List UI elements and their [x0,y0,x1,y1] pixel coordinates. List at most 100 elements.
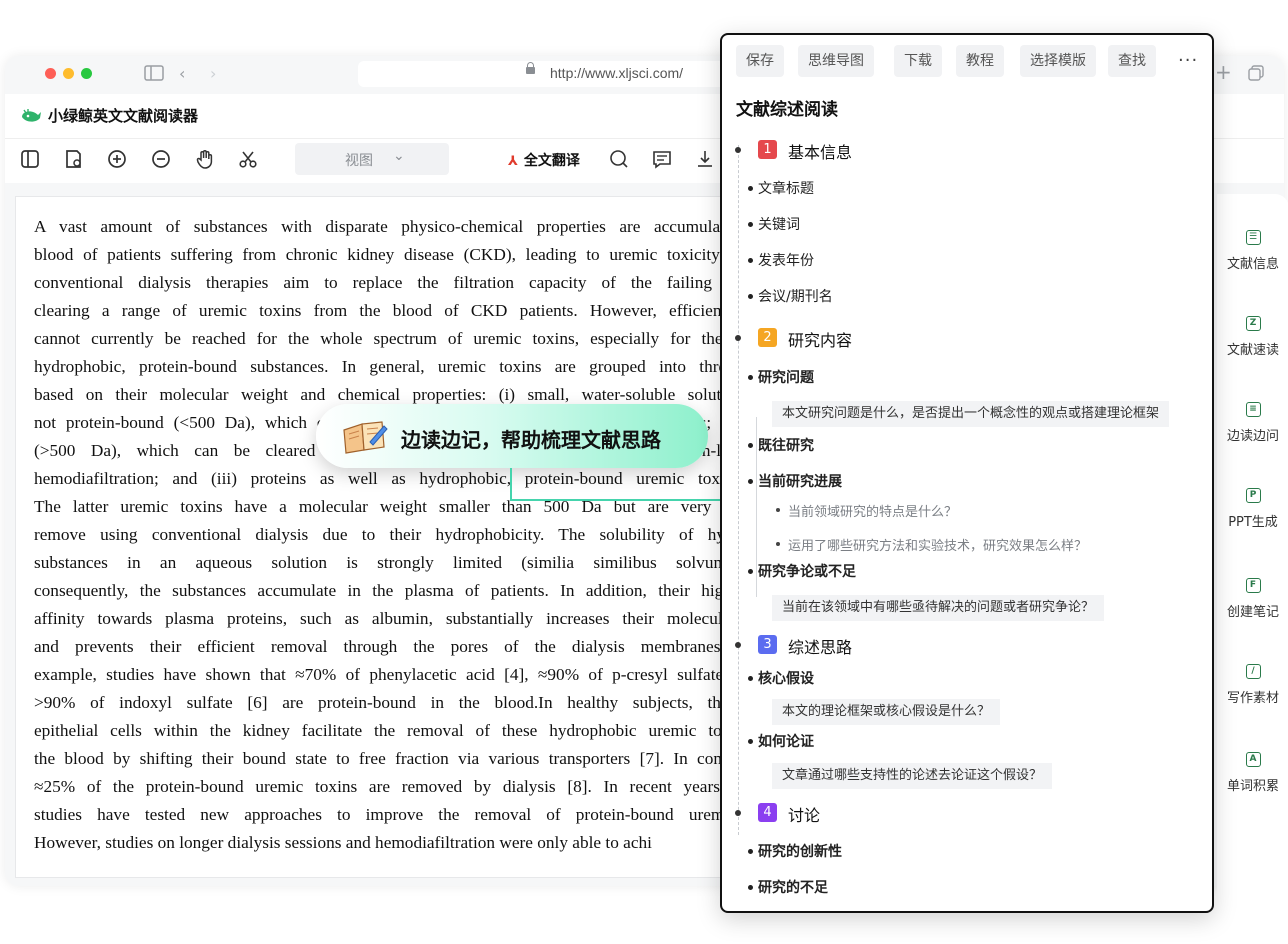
outline-item[interactable]: 关键词 [748,214,800,234]
section-bullet [735,810,741,816]
section-bullet [735,335,741,341]
sidebar-item-label: 文献速读 [1226,343,1279,358]
outline-question-box[interactable]: 文章通过哪些支持性的论述去论证这个假设？ [772,763,1053,789]
document-line: clearing a range of uremic toxins from t… [34,301,774,320]
callout-connector [510,468,512,500]
document-line: substances in an aqueous solution is str… [34,553,774,572]
document-line: affinity towards plasma proteins, such a… [34,609,774,628]
document-line: the blood by shifting their bound state … [34,749,774,768]
lock-icon [526,62,535,74]
document-line: However, studies on longer dialysis sess… [34,833,652,852]
whale-logo-icon [22,109,41,122]
sidebar-item[interactable]: ∕ 写作素材 [1217,664,1288,706]
feature-callout: 边读边记，帮助梳理文献思路 [316,404,708,468]
view-select-label: 视图 [345,153,373,169]
panel-toolbar-button[interactable]: 查找 [1108,45,1156,77]
document-line: consequently, the substances accumulate … [34,581,774,600]
section-number-badge: 2 [758,328,777,347]
document-line: hydrophobic, protein-bound substances. I… [34,357,774,376]
download-icon[interactable] [694,149,716,171]
sidebar-toggle-icon[interactable] [144,65,164,85]
chat-icon: ≡ [1245,402,1261,417]
panel-toolbar-button[interactable]: 下载 [894,45,942,77]
forward-icon[interactable]: › [210,65,216,83]
outline-item[interactable]: 研究的不足 [748,877,828,897]
document-line: A vast amount of substances with dispara… [34,217,774,236]
section-label: 讨论 [788,806,821,825]
outline-item[interactable]: 既往研究 [748,435,814,455]
sidebar-item[interactable]: Z 文献速读 [1217,316,1288,358]
new-tab-icon[interactable]: + [1215,62,1232,82]
back-icon[interactable]: ‹ [179,65,185,83]
chevron-down-icon: ⌄ [393,148,405,164]
section-bullet [735,642,741,648]
minimize-window-button[interactable] [63,68,74,79]
sidebar-item-label: 边读边问 [1226,429,1279,444]
outline-item[interactable]: 文章标题 [748,178,814,198]
outline-item[interactable]: 核心假设 [748,668,814,688]
maximize-window-button[interactable] [81,68,92,79]
panel-toolbar-button[interactable]: 保存 [736,45,784,77]
outline-sub-item[interactable]: 当前领域研究的特点是什么？ [775,501,957,520]
outline-item[interactable]: 研究争论或不足 [748,561,856,581]
section-label: 综述思路 [788,638,853,657]
document-line: studies have tested new approaches to im… [34,805,774,824]
document-line: blood of patients suffering from chronic… [34,245,774,264]
zoom-in-icon[interactable] [106,149,128,171]
panel-toolbar-button[interactable]: 选择模版 [1020,45,1096,77]
tabs-overview-icon[interactable] [1248,65,1264,85]
pdf-icon: ⅄ [508,154,518,169]
view-select[interactable]: 视图 ⌄ [295,143,449,175]
document-line: >90% of indoxyl sulfate [6] are protein-… [34,693,774,712]
document-line: The latter uremic toxins have a molecula… [34,497,774,516]
sidebar-item-label: 文献信息 [1226,257,1279,272]
sidebar-icon[interactable] [19,149,41,171]
outline-item[interactable]: 如何论证 [748,731,814,751]
outline-item[interactable]: 会议/期刊名 [748,286,833,306]
hand-icon[interactable] [194,149,216,171]
panel-title: 文献综述阅读 [736,100,838,120]
address-bar[interactable]: http://www.xljsci.com/ [358,61,728,87]
sidebar-item[interactable]: P PPT生成 [1217,488,1288,530]
document-body: A vast amount of substances with dispara… [34,213,774,857]
search-icon[interactable] [608,149,630,171]
section-number-badge: 1 [758,140,777,159]
pen-icon: ∕ [1245,664,1261,679]
outline-question-box[interactable]: 本文研究问题是什么，是否提出一个概念性的观点或搭建理论框架 [772,401,1170,427]
sidebar-item[interactable]: ≡ 边读边问 [1217,402,1288,444]
outline-question-box[interactable]: 当前在该领域中有哪些亟待解决的问题或者研究争论？ [772,595,1105,621]
sidebar-item-label: 写作素材 [1226,691,1279,706]
ppt-icon: P [1245,488,1261,503]
fast-read-icon: Z [1245,316,1261,331]
outline-item[interactable]: 发表年份 [748,250,814,270]
sidebar-item[interactable]: F 创建笔记 [1217,578,1288,620]
panel-toolbar-button[interactable]: 思维导图 [798,45,874,77]
section-number-badge: 3 [758,635,777,654]
sidebar-item[interactable]: A 单词积累 [1217,752,1288,794]
section-number-badge: 4 [758,803,777,822]
outline-sub-item[interactable]: 运用了哪些研究方法和实验技术，研究效果怎么样？ [775,535,1087,554]
word-icon: A [1245,752,1261,767]
tree-guide-line [738,145,739,835]
callout-text: 边读边记，帮助梳理文献思路 [401,428,661,452]
sidebar-item[interactable]: ☰ 文献信息 [1217,230,1288,272]
outline-item[interactable]: 研究问题 [748,367,814,387]
document-line: and prevents their efficient removal thr… [34,637,774,656]
sidebar-item-label: 创建笔记 [1226,605,1279,620]
outline-item[interactable]: 研究的创新性 [748,841,842,861]
full-translate-button[interactable]: ⅄ 全文翻译 [508,150,580,170]
book-icon [343,421,388,454]
document-icon[interactable] [62,149,84,171]
comment-icon[interactable] [651,149,673,171]
close-window-button[interactable] [45,68,56,79]
url-text: http://www.xljsci.com/ [550,65,684,81]
document-line: epithelial cells within the kidney facil… [34,721,774,740]
document-line: remove using conventional dialysis due t… [34,525,774,544]
more-options-icon[interactable]: ··· [1178,45,1198,77]
panel-toolbar-button[interactable]: 教程 [956,45,1004,77]
zoom-out-icon[interactable] [150,149,172,171]
outline-item[interactable]: 当前研究进展 [748,471,842,491]
literature-review-panel: 保存 思维导图 下载 教程 选择模版 查找 ··· 文献综述阅读 1 基本信息 文章标题 关键词… [720,33,1214,913]
scissors-icon[interactable] [237,149,259,171]
outline-question-box[interactable]: 本文的理论框架或核心假设是什么？ [772,699,1001,725]
